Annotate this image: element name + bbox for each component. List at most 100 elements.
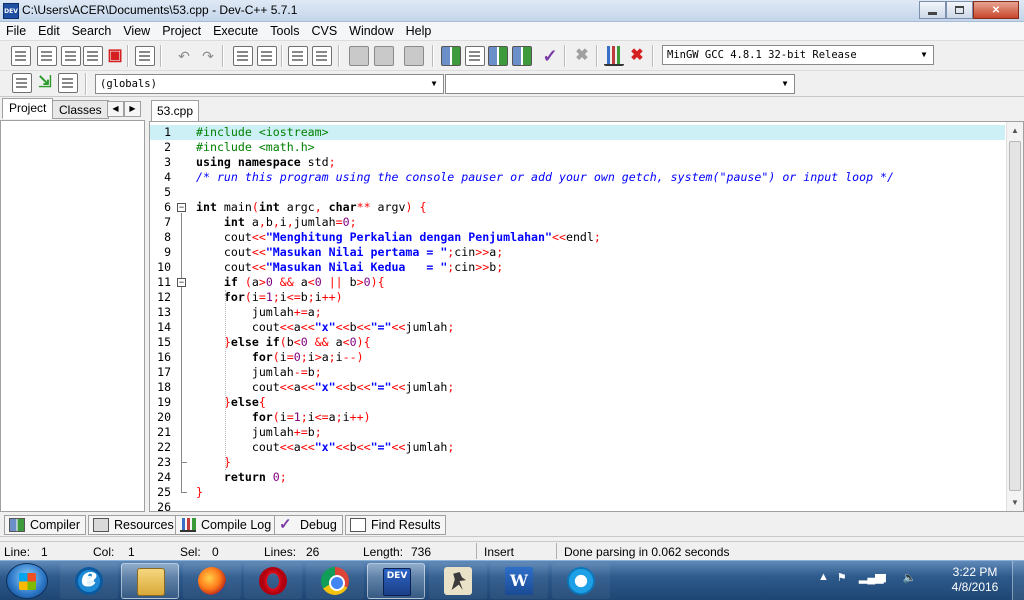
delete-profile-button[interactable]: ✖ xyxy=(627,46,647,66)
run-button[interactable] xyxy=(465,46,485,66)
code-line[interactable]: 22 cout<<a<<"x"<<b<<"="<<jumlah; xyxy=(150,440,1005,455)
menu-window[interactable]: Window xyxy=(343,22,399,40)
goto-line-button[interactable] xyxy=(288,46,308,66)
print-button[interactable] xyxy=(135,46,155,66)
open-file-button[interactable] xyxy=(37,46,57,66)
code-line[interactable]: 15 }else if(b<0 && a<0){ xyxy=(150,335,1005,350)
action-center-flag-icon[interactable]: ⚑ xyxy=(837,571,851,585)
menu-file[interactable]: File xyxy=(0,22,32,40)
code-line[interactable]: 7 int a,b,i,jumlah=0; xyxy=(150,215,1005,230)
taskbar-dino-app[interactable] xyxy=(429,563,487,599)
scrollbar-thumb[interactable] xyxy=(1009,141,1021,491)
taskbar-firefox[interactable] xyxy=(183,563,241,599)
insert-button[interactable] xyxy=(12,73,32,93)
undo-button[interactable]: ↶ xyxy=(174,46,194,66)
tab-compiler[interactable]: Compiler xyxy=(4,515,87,535)
code-line[interactable]: 14 cout<<a<<"x"<<b<<"="<<jumlah; xyxy=(150,320,1005,335)
new-file-button[interactable] xyxy=(11,46,31,66)
debug-check-button[interactable]: ✓ xyxy=(540,46,560,66)
tab-compile-log[interactable]: Compile Log xyxy=(175,515,278,535)
code-line[interactable]: 3 using namespace std; xyxy=(150,155,1005,170)
compile-run-button[interactable] xyxy=(488,46,508,66)
compile-button[interactable] xyxy=(441,46,461,66)
rebuild-all-button[interactable] xyxy=(512,46,532,66)
save-all-button[interactable] xyxy=(83,46,103,66)
find-button[interactable] xyxy=(233,46,253,66)
code-line[interactable]: 23 } xyxy=(150,455,1005,470)
taskbar-file-explorer[interactable] xyxy=(121,563,179,599)
maximize-button[interactable] xyxy=(946,1,973,19)
taskbar-app[interactable] xyxy=(552,563,610,599)
show-desktop-button[interactable] xyxy=(1012,561,1024,600)
code-line[interactable]: 13 jumlah+=a; xyxy=(150,305,1005,320)
code-line[interactable]: 5 xyxy=(150,185,1005,200)
code-line[interactable]: 1 #include <iostream> xyxy=(150,125,1005,140)
menu-execute[interactable]: Execute xyxy=(207,22,264,40)
close-button[interactable]: ✕ xyxy=(973,1,1019,19)
code-line[interactable]: 10 cout<<"Masukan Nilai Kedua = ";cin>>b… xyxy=(150,260,1005,275)
tab-project[interactable]: Project xyxy=(2,98,54,119)
code-line[interactable]: 12 for(i=1;i<=b;i++) xyxy=(150,290,1005,305)
show-hidden-icons-icon[interactable]: ▲ xyxy=(818,571,829,585)
menu-project[interactable]: Project xyxy=(156,22,207,40)
tab-resources[interactable]: Resources xyxy=(88,515,180,535)
code-line[interactable]: 24 return 0; xyxy=(150,470,1005,485)
code-line[interactable]: 20 for(i=1;i<=a;i++) xyxy=(150,410,1005,425)
taskbar-word[interactable]: W xyxy=(490,563,548,599)
menu-tools[interactable]: Tools xyxy=(264,22,305,40)
stop-execution-button[interactable]: ✖ xyxy=(572,46,592,66)
taskbar-internet-explorer[interactable] xyxy=(60,563,118,599)
menu-cvs[interactable]: CVS xyxy=(305,22,343,40)
toggle-bookmark-button[interactable] xyxy=(312,46,332,66)
scroll-down-icon[interactable]: ▼ xyxy=(1007,494,1023,511)
code-line[interactable]: 19 }else{ xyxy=(150,395,1005,410)
toggle-comment-button[interactable] xyxy=(404,46,424,66)
taskbar-opera[interactable] xyxy=(244,563,302,599)
globals-select[interactable]: (globals) ▼ xyxy=(95,74,444,94)
menu-view[interactable]: View xyxy=(117,22,156,40)
file-tab-53cpp[interactable]: 53.cpp xyxy=(151,100,199,121)
redo-button[interactable]: ↷ xyxy=(198,46,218,66)
replace-button[interactable] xyxy=(257,46,277,66)
code-line[interactable]: 4 /* run this program using the console p… xyxy=(150,170,1005,185)
fold-toggle-icon[interactable]: − xyxy=(177,278,186,287)
code-editor[interactable]: 1 #include <iostream> 2 #include <math.h> 3 u… xyxy=(149,121,1024,512)
symbol-select[interactable]: ▼ xyxy=(445,74,795,94)
menu-help[interactable]: Help xyxy=(400,22,438,40)
battery-icon[interactable]: ▮ xyxy=(881,571,895,585)
devcpp-app-icon[interactable]: DEV xyxy=(3,3,19,19)
goto-definition-button[interactable] xyxy=(58,73,78,93)
menu-edit[interactable]: Edit xyxy=(32,22,66,40)
code-line[interactable]: 18 cout<<a<<"x"<<b<<"="<<jumlah; xyxy=(150,380,1005,395)
taskbar-chrome[interactable] xyxy=(306,563,364,599)
unindent-button[interactable] xyxy=(374,46,394,66)
menu-search[interactable]: Search xyxy=(66,22,118,40)
tab-debug[interactable]: ✓ Debug xyxy=(274,515,343,535)
code-line[interactable]: 2 #include <math.h> xyxy=(150,140,1005,155)
taskbar-clock[interactable]: 3:22 PM 4/8/2016 xyxy=(946,565,1004,595)
code-line[interactable]: 17 jumlah-=b; xyxy=(150,365,1005,380)
close-file-button[interactable]: ▣ xyxy=(105,46,125,66)
code-line[interactable]: 26 xyxy=(150,500,1005,511)
scroll-up-icon[interactable]: ▲ xyxy=(1007,122,1023,139)
profile-button[interactable] xyxy=(604,46,624,66)
indent-button[interactable] xyxy=(349,46,369,66)
tab-classes[interactable]: Classes xyxy=(52,100,109,119)
tab-find-results[interactable]: Find Results xyxy=(345,515,447,535)
vertical-scrollbar[interactable]: ▲ ▼ xyxy=(1006,122,1023,511)
chevron-left-icon[interactable]: ◀ xyxy=(107,101,124,117)
chevron-right-icon[interactable]: ▶ xyxy=(124,101,141,117)
code-line[interactable]: 25} xyxy=(150,485,1005,500)
code-line[interactable]: 9 cout<<"Masukan Nilai pertama = ";cin>>… xyxy=(150,245,1005,260)
project-tree-panel[interactable] xyxy=(0,120,145,512)
save-button[interactable] xyxy=(61,46,81,66)
code-line[interactable]: 6 int main(int argc, char** argv) { xyxy=(150,200,1005,215)
fold-toggle-icon[interactable]: − xyxy=(177,203,186,212)
goto-declaration-button[interactable]: ⇲ xyxy=(35,73,55,93)
code-line[interactable]: 11 if (a>0 && a<0 || b>0){ xyxy=(150,275,1005,290)
code-line[interactable]: 16 for(i=0;i>a;i--) xyxy=(150,350,1005,365)
compiler-select[interactable]: MinGW GCC 4.8.1 32-bit Release ▼ xyxy=(662,45,934,65)
taskbar-devcpp[interactable]: DEV xyxy=(367,563,425,599)
volume-icon[interactable]: 🔈 xyxy=(903,571,917,585)
code-line[interactable]: 8 cout<<"Menghitung Perkalian dengan Pen… xyxy=(150,230,1005,245)
